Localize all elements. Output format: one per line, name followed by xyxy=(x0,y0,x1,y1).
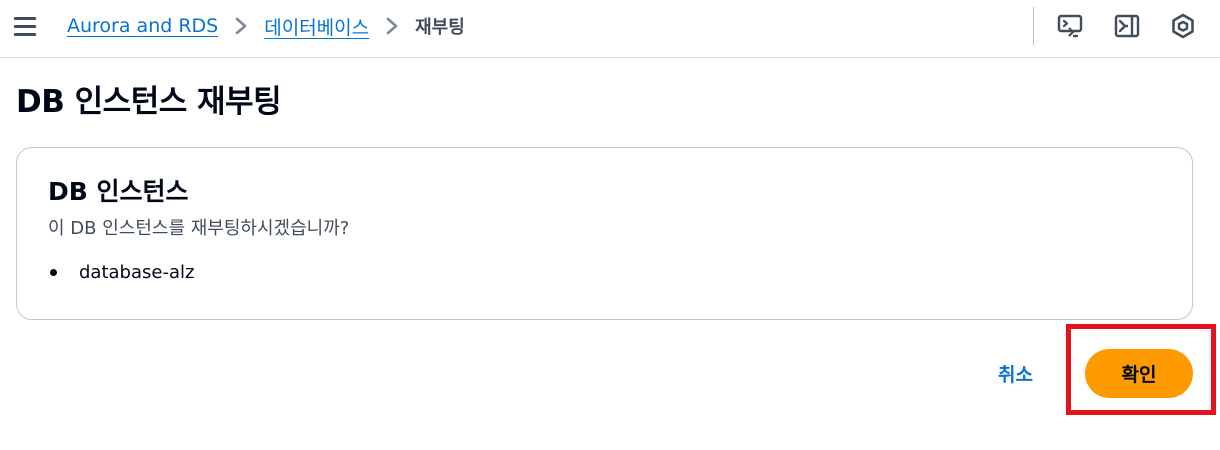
breadcrumb: Aurora and RDS 데이터베이스 재부팅 xyxy=(67,12,465,40)
menu-icon[interactable] xyxy=(14,13,40,39)
card-description: 이 DB 인스턴스를 재부팅하시겠습니까? xyxy=(48,218,350,239)
cancel-button[interactable]: 취소 xyxy=(990,356,1041,390)
list-item: database-alz xyxy=(48,262,194,283)
card-title: DB 인스턴스 xyxy=(48,177,189,206)
instance-list: database-alz xyxy=(48,262,194,283)
breadcrumb-current: 재부팅 xyxy=(415,17,465,38)
chevron-right-icon xyxy=(385,16,399,36)
confirm-button[interactable]: 확인 xyxy=(1085,349,1193,398)
instance-name: database-alz xyxy=(79,262,195,283)
breadcrumb-databases[interactable]: 데이터베이스 xyxy=(264,13,369,40)
instance-card: DB 인스턴스 이 DB 인스턴스를 재부팅하시겠습니까? database-a… xyxy=(16,147,1193,320)
side-panel-icon[interactable] xyxy=(1113,12,1141,40)
top-navigation-bar: Aurora and RDS 데이터베이스 재부팅 xyxy=(0,0,1220,58)
bullet-icon xyxy=(50,269,57,276)
page-title: DB 인스턴스 재부팅 xyxy=(16,84,282,120)
settings-hex-icon[interactable] xyxy=(1169,12,1197,40)
toolbar-divider xyxy=(1033,7,1034,45)
cloudshell-icon[interactable] xyxy=(1056,12,1084,40)
breadcrumb-aurora-rds[interactable]: Aurora and RDS xyxy=(67,15,218,37)
chevron-right-icon xyxy=(234,16,248,36)
